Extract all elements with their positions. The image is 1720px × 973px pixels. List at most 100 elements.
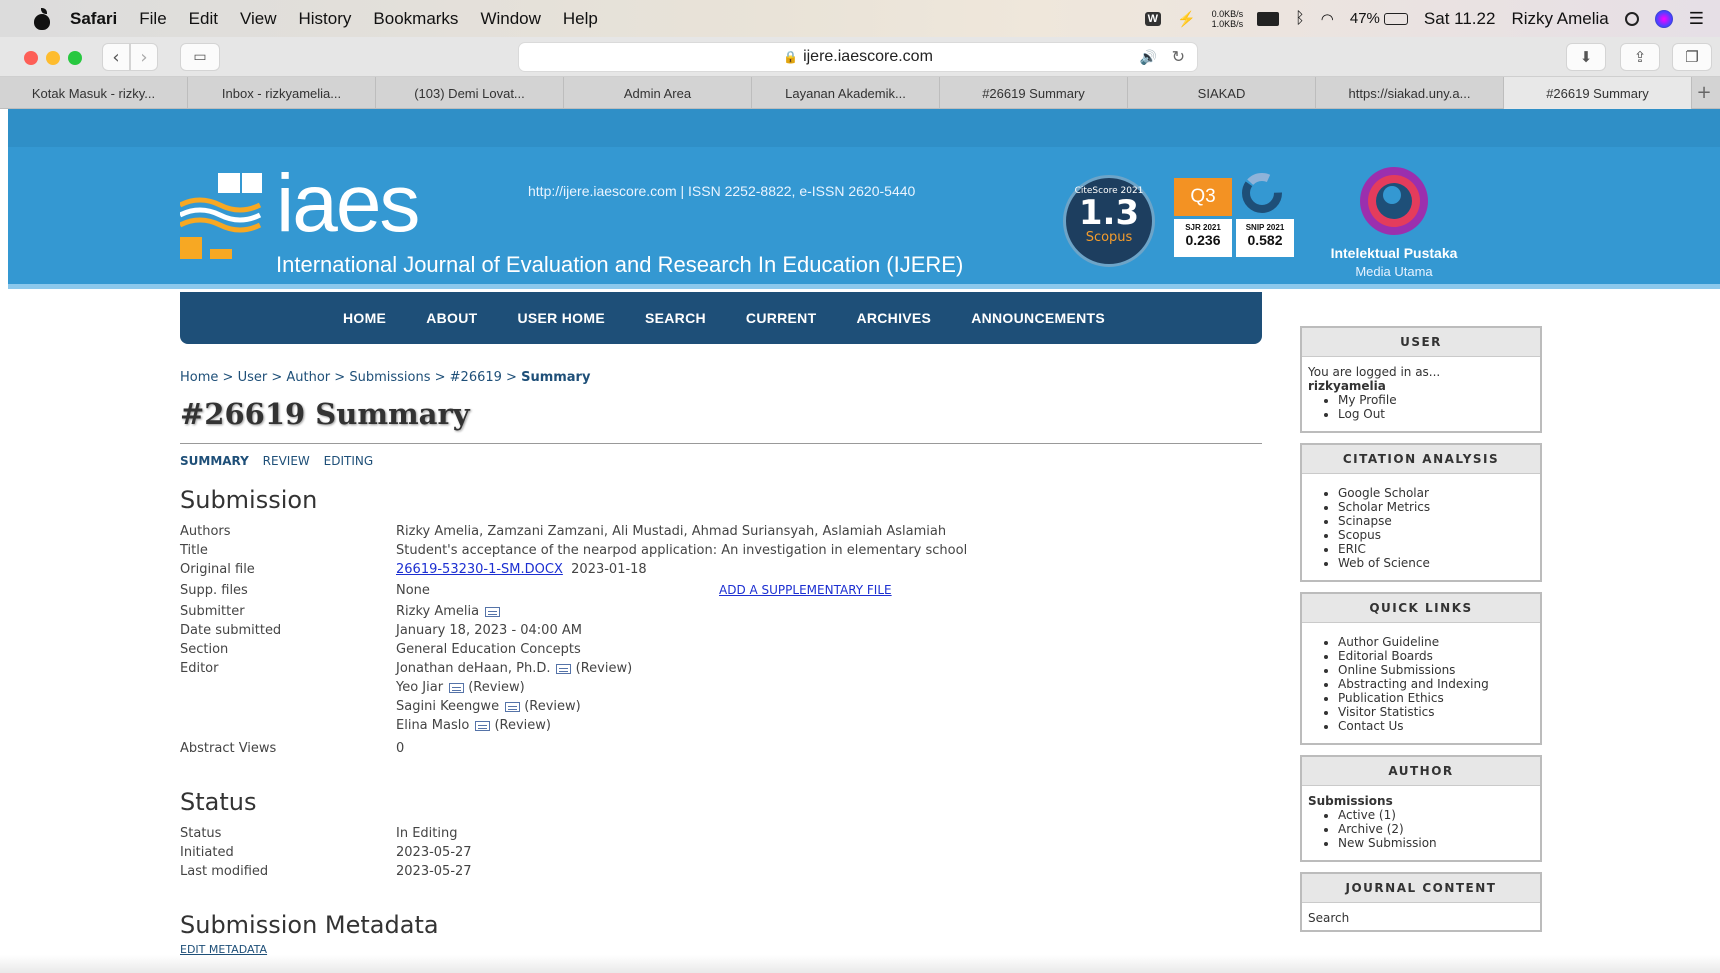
tab-summary-1[interactable]: #26619 Summary: [940, 77, 1128, 109]
email-icon[interactable]: [449, 682, 465, 693]
new-tab-button[interactable]: +: [1692, 77, 1716, 108]
quick-links-title: QUICK LINKS: [1302, 594, 1540, 623]
log-out-link[interactable]: Log Out: [1338, 407, 1534, 421]
tab-layanan-akademik[interactable]: Layanan Akademik...: [752, 77, 940, 109]
status-row: Status In Editing: [180, 824, 1262, 843]
nav-current[interactable]: CURRENT: [746, 310, 817, 326]
online-submissions-link[interactable]: Online Submissions: [1338, 663, 1534, 677]
battery-percent[interactable]: 47%: [1350, 10, 1380, 27]
email-icon[interactable]: [485, 606, 501, 617]
minimize-window-button[interactable]: [46, 51, 60, 65]
display-icon[interactable]: [1257, 11, 1280, 26]
user-name[interactable]: Rizky Amelia: [1511, 9, 1608, 29]
tab-inbox[interactable]: Inbox - rizkyamelia...: [188, 77, 376, 109]
menu-view[interactable]: View: [240, 9, 277, 29]
menu-file[interactable]: File: [139, 9, 166, 29]
download-icon[interactable]: ⬇: [1566, 43, 1606, 71]
nav-user-home[interactable]: USER HOME: [517, 310, 605, 326]
scopus-link[interactable]: Scopus: [1338, 528, 1534, 542]
menu-app-safari[interactable]: Safari: [70, 9, 117, 29]
editor-item: Yeo Jiar (Review): [396, 680, 525, 695]
tab-editing[interactable]: EDITING: [324, 454, 374, 468]
tab-review[interactable]: REVIEW: [263, 454, 310, 468]
menu-bar: Safari File Edit View History Bookmarks …: [0, 0, 1720, 37]
nav-announcements[interactable]: ANNOUNCEMENTS: [971, 310, 1105, 326]
menu-edit[interactable]: Edit: [189, 9, 218, 29]
browser-toolbar: ‹ › ▭ 🔒 ijere.iaescore.com 🔊 ↻ ⬇ ⇪ ❐: [0, 37, 1720, 77]
submitter-value: Rizky Amelia: [396, 604, 480, 619]
sidebar-toggle-icon[interactable]: ▭: [180, 43, 220, 71]
nav-archives[interactable]: ARCHIVES: [856, 310, 931, 326]
wifi-icon[interactable]: ◠: [1321, 10, 1334, 28]
add-supplementary-file-link[interactable]: ADD A SUPPLEMENTARY FILE: [719, 581, 892, 600]
user-block: USER You are logged in as... rizkyamelia…: [1300, 326, 1542, 433]
main-content: Home > User > Author > Submissions > #26…: [180, 360, 1262, 956]
breadcrumb-submissions[interactable]: Submissions: [349, 370, 430, 385]
submission-tabs: SUMMARY REVIEW EDITING: [180, 454, 1262, 468]
menu-history[interactable]: History: [299, 9, 352, 29]
new-submission-link[interactable]: New Submission: [1338, 836, 1534, 850]
forward-button[interactable]: ›: [130, 43, 158, 71]
web-of-science-link[interactable]: Web of Science: [1338, 556, 1534, 570]
share-icon[interactable]: ⇪: [1620, 43, 1660, 71]
battery-icon[interactable]: [1383, 12, 1408, 25]
editor-item: Elina Maslo (Review): [396, 718, 551, 733]
author-guideline-link[interactable]: Author Guideline: [1338, 635, 1534, 649]
list-icon[interactable]: ☰: [1689, 9, 1704, 29]
app-w-icon[interactable]: W: [1144, 11, 1161, 26]
my-profile-link[interactable]: My Profile: [1338, 393, 1534, 407]
apple-icon[interactable]: [32, 7, 52, 30]
visitor-statistics-link[interactable]: Visitor Statistics: [1338, 705, 1534, 719]
scholar-metrics-link[interactable]: Scholar Metrics: [1338, 500, 1534, 514]
menu-help[interactable]: Help: [563, 9, 598, 29]
bolt-icon[interactable]: ⚡: [1177, 10, 1196, 28]
scinapse-link[interactable]: Scinapse: [1338, 514, 1534, 528]
nav-about[interactable]: ABOUT: [426, 310, 477, 326]
breadcrumb-submission-id[interactable]: #26619: [450, 370, 502, 385]
search-icon[interactable]: [1624, 11, 1639, 26]
email-icon[interactable]: [505, 701, 521, 712]
menu-window[interactable]: Window: [480, 9, 540, 29]
archive-submissions-link[interactable]: Archive (2): [1338, 822, 1534, 836]
publication-ethics-link[interactable]: Publication Ethics: [1338, 691, 1534, 705]
status-value: In Editing: [396, 826, 458, 841]
abstracting-indexing-link[interactable]: Abstracting and Indexing: [1338, 677, 1534, 691]
quick-links-block: QUICK LINKS Author Guideline Editorial B…: [1300, 592, 1542, 745]
date-submitted-row: Date submitted January 18, 2023 - 04:00 A…: [180, 621, 1262, 640]
title-divider: [180, 443, 1262, 444]
close-window-button[interactable]: [24, 51, 38, 65]
publisher-logo-icon: [1360, 167, 1428, 235]
original-file-link[interactable]: 26619-53230-1-SM.DOCX: [396, 562, 563, 577]
tabs-overview-icon[interactable]: ❐: [1672, 43, 1712, 71]
bluetooth-icon[interactable]: ᛒ: [1295, 10, 1305, 28]
date-submitted-value: January 18, 2023 - 04:00 AM: [396, 623, 582, 638]
breadcrumb-user[interactable]: User: [238, 370, 268, 385]
tab-admin-area[interactable]: Admin Area: [564, 77, 752, 109]
tab-summary[interactable]: SUMMARY: [180, 454, 249, 468]
tab-summary-active[interactable]: #26619 Summary: [1504, 77, 1692, 109]
menu-bookmarks[interactable]: Bookmarks: [373, 9, 458, 29]
eric-link[interactable]: ERIC: [1338, 542, 1534, 556]
active-submissions-link[interactable]: Active (1): [1338, 808, 1534, 822]
editorial-boards-link[interactable]: Editorial Boards: [1338, 649, 1534, 663]
zoom-window-button[interactable]: [68, 51, 82, 65]
email-icon[interactable]: [556, 663, 572, 674]
reload-icon[interactable]: ↻: [1172, 47, 1185, 67]
network-speed[interactable]: 0.0KB/s 1.0KB/s: [1212, 9, 1244, 29]
back-button[interactable]: ‹: [102, 43, 130, 71]
nav-search[interactable]: SEARCH: [645, 310, 706, 326]
breadcrumb-home[interactable]: Home: [180, 370, 218, 385]
google-scholar-link[interactable]: Google Scholar: [1338, 486, 1534, 500]
nav-home[interactable]: HOME: [343, 310, 386, 326]
clock[interactable]: Sat 11.22: [1424, 9, 1496, 29]
tab-kotak-masuk[interactable]: Kotak Masuk - rizky...: [0, 77, 188, 109]
tab-demi-lovato[interactable]: (103) Demi Lovat...: [376, 77, 564, 109]
breadcrumb-author[interactable]: Author: [286, 370, 330, 385]
tab-siakad-uny[interactable]: https://siakad.uny.a...: [1316, 77, 1504, 109]
audio-icon[interactable]: 🔊: [1140, 49, 1157, 66]
email-icon[interactable]: [475, 720, 491, 731]
contact-us-link[interactable]: Contact Us: [1338, 719, 1534, 733]
siri-icon[interactable]: [1654, 9, 1673, 28]
address-bar[interactable]: 🔒 ijere.iaescore.com 🔊 ↻: [518, 42, 1198, 72]
tab-siakad[interactable]: SIAKAD: [1128, 77, 1316, 109]
